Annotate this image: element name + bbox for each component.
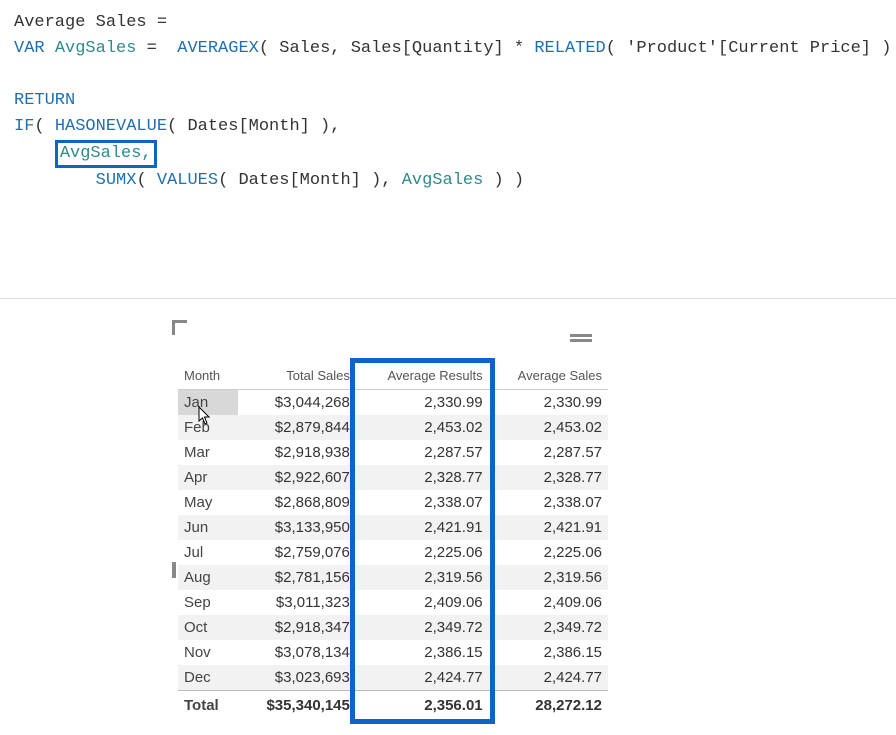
header-total-sales[interactable]: Total Sales: [238, 362, 356, 390]
cell-month: May: [178, 490, 238, 515]
highlighted-token: AvgSales,: [55, 140, 157, 168]
cell-average-results: 2,287.57: [356, 440, 489, 465]
return-keyword: RETURN: [14, 91, 75, 110]
cell-average-results: 2,338.07: [356, 490, 489, 515]
cell-month: Jan: [178, 390, 238, 416]
cell-total-sales: $3,133,950: [238, 515, 356, 540]
cell-average-sales: 2,453.02: [489, 415, 608, 440]
averagex-fn: AVERAGEX: [177, 39, 259, 58]
cell-average-results: 2,349.72: [356, 615, 489, 640]
cell-average-sales: 2,328.77: [489, 465, 608, 490]
if-fn: IF: [14, 117, 34, 136]
table-row[interactable]: Jun$3,133,9502,421.912,421.91: [178, 515, 608, 540]
table-row[interactable]: Nov$3,078,1342,386.152,386.15: [178, 640, 608, 665]
table-row[interactable]: Oct$2,918,3472,349.722,349.72: [178, 615, 608, 640]
sumx-fn: SUMX: [96, 171, 137, 190]
hasonevalue-fn: HASONEVALUE: [55, 117, 167, 136]
dax-editor[interactable]: Average Sales = VAR AvgSales = AVERAGEX(…: [0, 0, 896, 194]
cell-average-results: 2,421.91: [356, 515, 489, 540]
related-fn: RELATED: [534, 39, 605, 58]
cell-month: Dec: [178, 665, 238, 691]
cell-average-sales: 2,330.99: [489, 390, 608, 416]
cell-month: Apr: [178, 465, 238, 490]
cell-average-sales: 2,319.56: [489, 565, 608, 590]
table-row[interactable]: Sep$3,011,3232,409.062,409.06: [178, 590, 608, 615]
table-row[interactable]: Jan$3,044,2682,330.992,330.99: [178, 390, 608, 416]
var-name: AvgSales: [55, 39, 137, 58]
cell-total-sales: $2,781,156: [238, 565, 356, 590]
cell-average-sales: 2,409.06: [489, 590, 608, 615]
cell-month: Feb: [178, 415, 238, 440]
resize-handle-corner[interactable]: [172, 320, 187, 335]
header-average-sales[interactable]: Average Sales: [489, 362, 608, 390]
cell-month: Jun: [178, 515, 238, 540]
cell-month: Sep: [178, 590, 238, 615]
cell-average-results: 2,386.15: [356, 640, 489, 665]
results-table: Month Total Sales Average Results Averag…: [178, 362, 608, 720]
table-total-row: Total $35,340,145 2,356.01 28,272.12: [178, 691, 608, 721]
table-row[interactable]: Jul$2,759,0762,225.062,225.06: [178, 540, 608, 565]
table-row[interactable]: Mar$2,918,9382,287.572,287.57: [178, 440, 608, 465]
table-row[interactable]: Dec$3,023,6932,424.772,424.77: [178, 665, 608, 691]
table-visual[interactable]: Month Total Sales Average Results Averag…: [178, 324, 608, 720]
cell-average-results: 2,225.06: [356, 540, 489, 565]
cell-month: Mar: [178, 440, 238, 465]
cell-total-sales: $2,868,809: [238, 490, 356, 515]
total-average-sales: 28,272.12: [489, 691, 608, 721]
measure-name: Average Sales =: [14, 13, 167, 32]
cell-total-sales: $3,078,134: [238, 640, 356, 665]
total-total-sales: $35,340,145: [238, 691, 356, 721]
cell-total-sales: $3,023,693: [238, 665, 356, 691]
cell-average-sales: 2,338.07: [489, 490, 608, 515]
table-row[interactable]: Aug$2,781,1562,319.562,319.56: [178, 565, 608, 590]
cell-average-results: 2,330.99: [356, 390, 489, 416]
cell-month: Aug: [178, 565, 238, 590]
cell-average-results: 2,409.06: [356, 590, 489, 615]
var-keyword: VAR: [14, 39, 45, 58]
cell-average-sales: 2,424.77: [489, 665, 608, 691]
table-row[interactable]: Feb$2,879,8442,453.022,453.02: [178, 415, 608, 440]
total-label: Total: [178, 691, 238, 721]
total-average-results: 2,356.01: [356, 691, 489, 721]
cell-month: Jul: [178, 540, 238, 565]
cell-average-results: 2,319.56: [356, 565, 489, 590]
cell-average-results: 2,453.02: [356, 415, 489, 440]
cell-average-sales: 2,225.06: [489, 540, 608, 565]
cell-total-sales: $2,918,938: [238, 440, 356, 465]
cell-total-sales: $2,759,076: [238, 540, 356, 565]
cell-total-sales: $2,918,347: [238, 615, 356, 640]
drag-handle-icon[interactable]: [570, 334, 592, 344]
values-fn: VALUES: [157, 171, 218, 190]
cell-average-sales: 2,349.72: [489, 615, 608, 640]
header-average-results[interactable]: Average Results: [356, 362, 489, 390]
cell-average-results: 2,328.77: [356, 465, 489, 490]
cell-total-sales: $2,922,607: [238, 465, 356, 490]
cell-average-sales: 2,287.57: [489, 440, 608, 465]
cell-total-sales: $3,044,268: [238, 390, 356, 416]
cell-month: Nov: [178, 640, 238, 665]
cell-total-sales: $2,879,844: [238, 415, 356, 440]
panel-divider[interactable]: [0, 298, 896, 299]
cell-average-sales: 2,386.15: [489, 640, 608, 665]
table-row[interactable]: Apr$2,922,6072,328.772,328.77: [178, 465, 608, 490]
table-header-row: Month Total Sales Average Results Averag…: [178, 362, 608, 390]
header-month[interactable]: Month: [178, 362, 238, 390]
cell-average-sales: 2,421.91: [489, 515, 608, 540]
resize-handle-left[interactable]: [172, 562, 176, 578]
cell-total-sales: $3,011,323: [238, 590, 356, 615]
cell-month: Oct: [178, 615, 238, 640]
table-row[interactable]: May$2,868,8092,338.072,338.07: [178, 490, 608, 515]
cell-average-results: 2,424.77: [356, 665, 489, 691]
